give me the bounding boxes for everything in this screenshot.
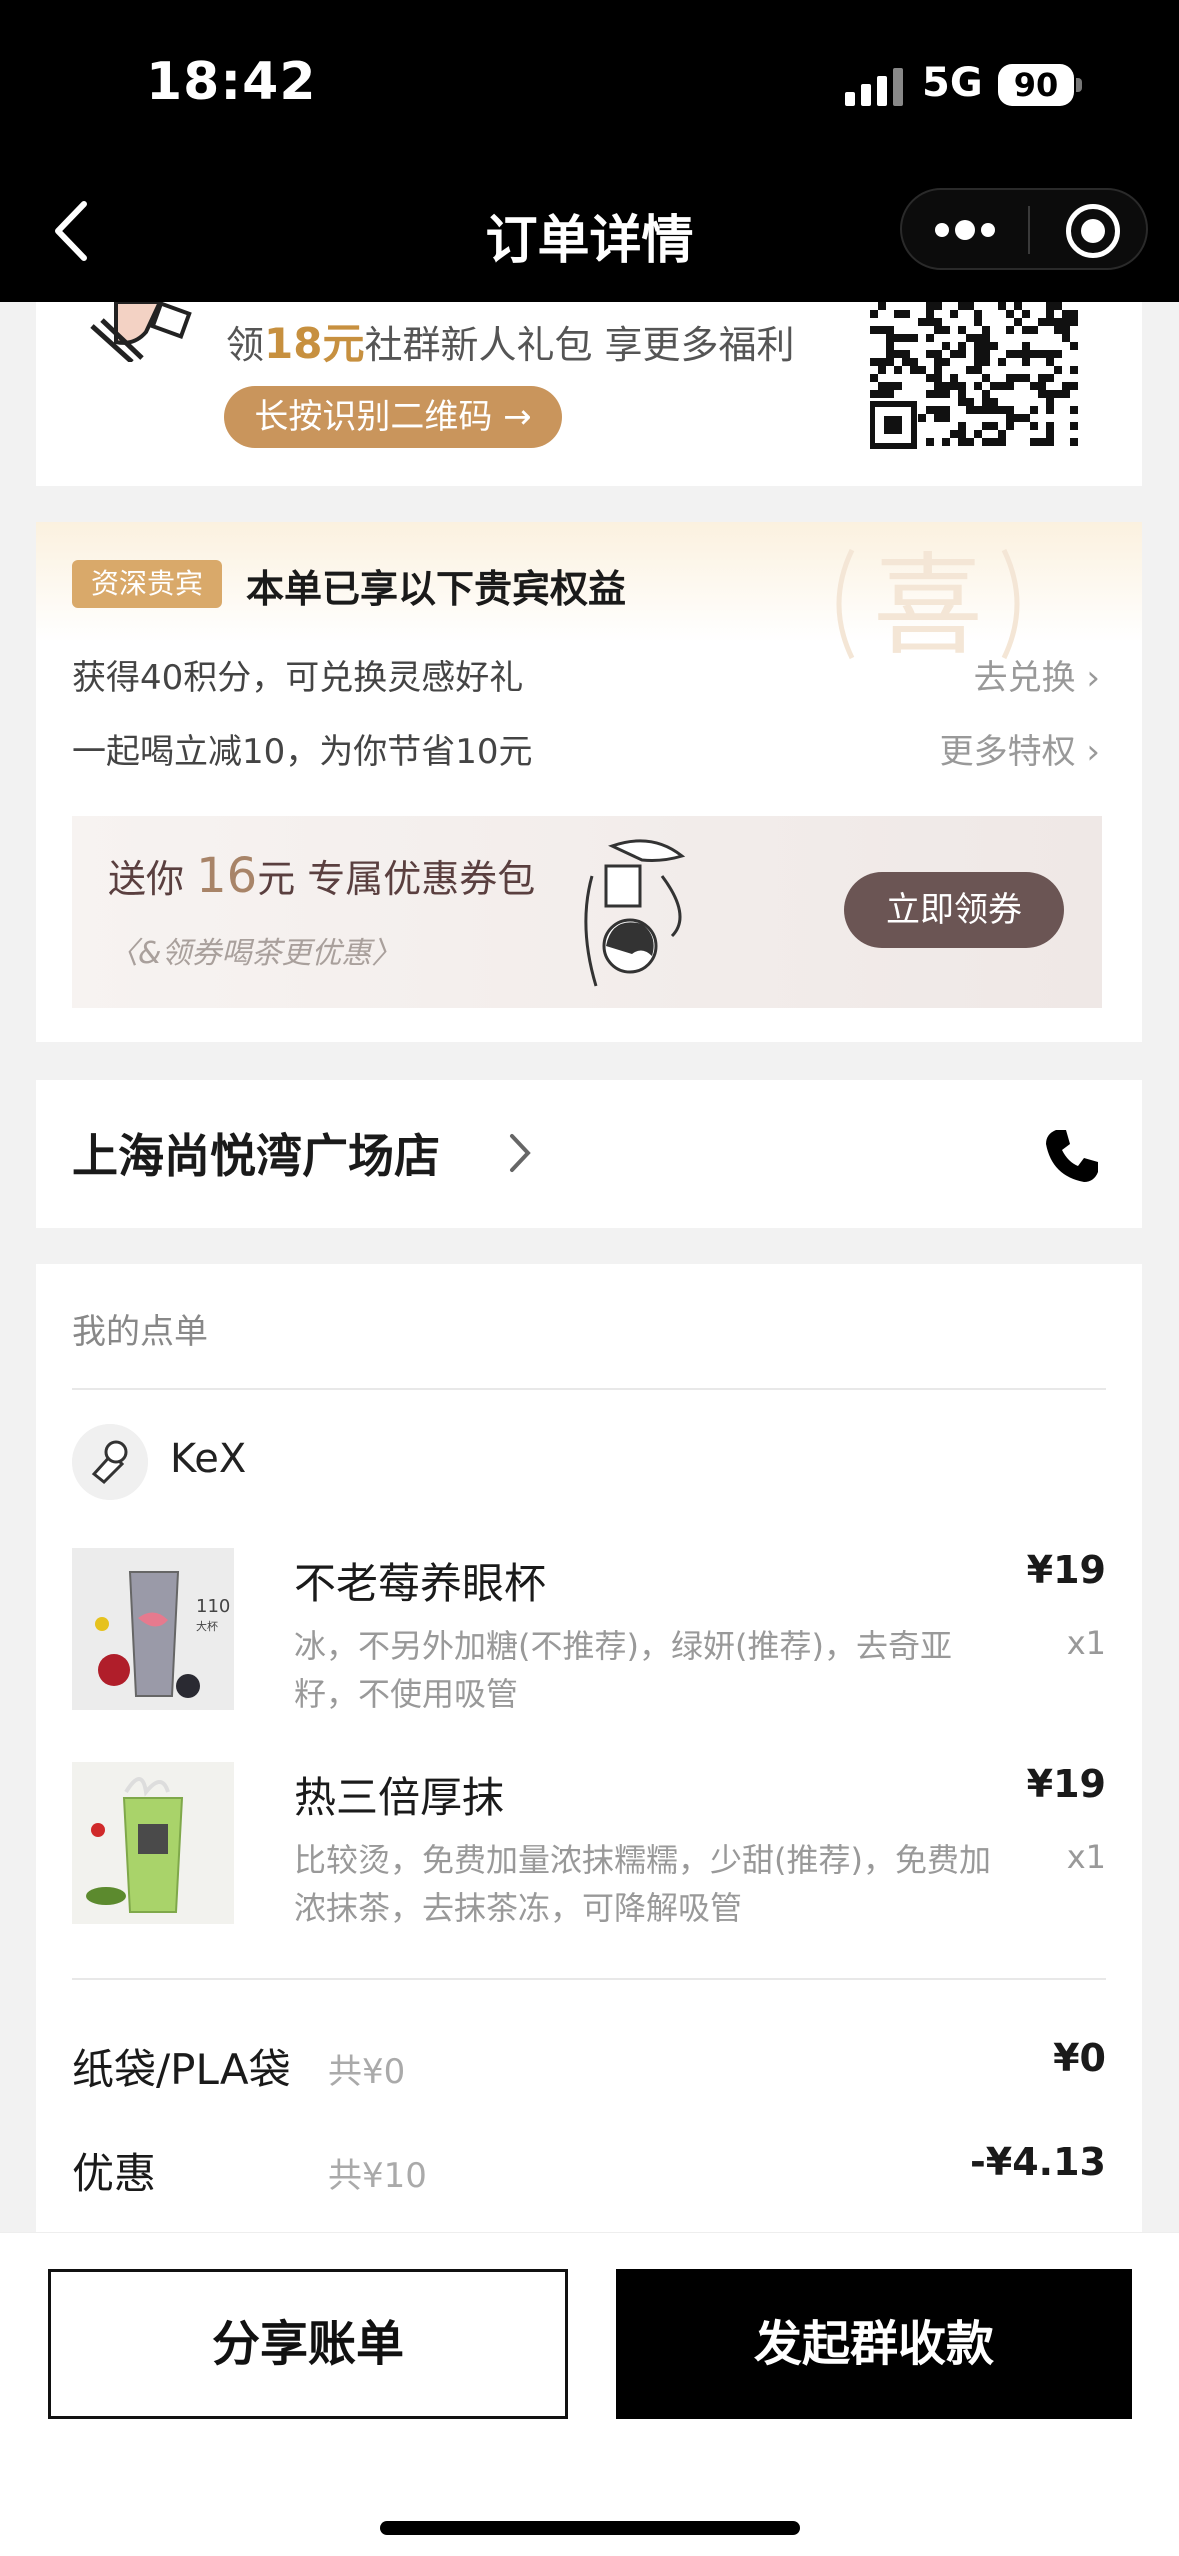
coupon-banner[interactable]: 送你 16元 专属优惠券包 〈&领券喝茶更优惠〉 立即领券 — [72, 816, 1102, 1008]
battery-nub — [1076, 78, 1082, 92]
fee-total: 共¥0 — [328, 2052, 406, 2092]
order-item[interactable]: 热三倍厚抹 比较烫，免费加量浓抹糯糯，少甜(推荐)，免费加浓抹茶，去抹茶冻，可降… — [72, 1762, 1106, 1932]
mascot-illustration-icon — [90, 302, 192, 362]
coupon-subtitle: 〈&领券喝茶更优惠〉 — [108, 936, 402, 971]
coupon-prefix: 送你 — [108, 857, 185, 901]
fee-row-bag: 纸袋/PLA袋 共¥0 ¥0 — [72, 2036, 1106, 2096]
user-name: KeX — [170, 1436, 247, 1482]
item-name: 热三倍厚抹 — [294, 1773, 505, 1822]
group-collect-button[interactable]: 发起群收款 — [616, 2269, 1132, 2419]
claim-coupon-button[interactable]: 立即领券 — [844, 872, 1064, 948]
product-image-label: 110 — [196, 1596, 230, 1617]
home-indicator[interactable] — [380, 2521, 800, 2535]
item-quantity: x1 — [1066, 1624, 1106, 1662]
phone-icon[interactable] — [1042, 1126, 1102, 1186]
divider — [72, 1978, 1106, 1980]
redeem-link[interactable]: 去兑换 › — [974, 650, 1100, 699]
capsule-divider — [1028, 206, 1030, 254]
item-price: ¥19 — [1026, 1548, 1106, 1592]
network-type: 5G — [922, 60, 983, 106]
fee-name: 纸袋/PLA袋 — [72, 2045, 291, 2094]
vip-title: 本单已享以下贵宾权益 — [246, 567, 627, 611]
fee-row-discount: 优惠 共¥10 -¥4.13 — [72, 2140, 1106, 2200]
vip-saving-text: 一起喝立减10，为你节省10元 — [72, 732, 533, 772]
tea-girl-illustration-icon — [584, 839, 686, 987]
vip-benefits-card: 资深贵宾 本单已享以下贵宾权益 喜 获得40积分，可兑换灵感好礼 去兑换 › 一… — [36, 522, 1142, 1042]
chevron-right-icon — [510, 1134, 531, 1172]
product-image-sublabel: 大杯 — [196, 1619, 218, 1633]
divider — [72, 1388, 1106, 1390]
signal-icon — [845, 68, 903, 106]
battery-level: 90 — [1013, 66, 1059, 104]
order-section-label: 我的点单 — [72, 1312, 208, 1352]
coupon-amount: 16 — [196, 848, 258, 904]
vip-badge: 资深贵宾 — [72, 560, 222, 608]
store-name[interactable]: 上海尚悦湾广场店 — [72, 1120, 440, 1186]
battery-icon: 90 — [998, 64, 1074, 106]
store-card[interactable]: 上海尚悦湾广场店 — [36, 1080, 1142, 1228]
share-bill-button[interactable]: 分享账单 — [48, 2269, 568, 2419]
bottom-action-bar: 分享账单 发起群收款 — [0, 2232, 1179, 2556]
user-avatar-icon — [72, 1424, 148, 1500]
offer-prefix: 领 — [226, 323, 265, 367]
community-offer-text: 领18元社群新人礼包 享更多福利 — [226, 310, 795, 371]
item-price: ¥19 — [1026, 1762, 1106, 1806]
vip-points-text: 获得40积分，可兑换灵感好礼 — [72, 658, 524, 698]
xi-seal-icon: 喜 — [836, 542, 1020, 668]
community-card: 领18元社群新人礼包 享更多福利 长按识别二维码 → — [36, 302, 1142, 486]
fee-value: ¥0 — [1053, 2036, 1106, 2080]
qr-code-image[interactable] — [870, 302, 1082, 450]
coupon-suffix: 元 专属优惠券包 — [257, 857, 536, 901]
item-options: 冰，不另外加糖(不推荐)，绿妍(推荐)，去奇亚籽，不使用吸管 — [294, 1627, 952, 1713]
more-privileges-link[interactable]: 更多特权 › — [940, 724, 1100, 773]
coupon-title: 送你 16元 专属优惠券包 — [108, 848, 535, 904]
fee-total: 共¥10 — [328, 2156, 427, 2196]
scan-qr-button[interactable]: 长按识别二维码 → — [224, 386, 562, 448]
product-image-matcha-cup — [72, 1762, 234, 1924]
fee-value: -¥4.13 — [970, 2140, 1106, 2184]
order-item[interactable]: 110 大杯 不老莓养眼杯 冰，不另外加糖(不推荐)，绿妍(推荐)，去奇亚籽，不… — [72, 1548, 1106, 1718]
product-image-berry-cup: 110 大杯 — [72, 1548, 234, 1710]
item-name: 不老莓养眼杯 — [294, 1559, 547, 1608]
offer-amount: 18元 — [264, 319, 365, 368]
miniprogram-capsule — [900, 188, 1148, 270]
offer-suffix: 社群新人礼包 享更多福利 — [364, 323, 795, 367]
more-icon[interactable] — [932, 210, 998, 250]
fee-name: 优惠 — [72, 2149, 157, 2198]
seal-char: 喜 — [873, 542, 983, 668]
status-time: 18:42 — [146, 52, 317, 112]
item-options: 比较烫，免费加量浓抹糯糯，少甜(推荐)，免费加浓抹茶，去抹茶冻，可降解吸管 — [294, 1841, 991, 1927]
top-bar: 18:42 5G 90 订单详情 — [0, 0, 1179, 302]
item-quantity: x1 — [1066, 1838, 1106, 1876]
close-miniprogram-icon[interactable] — [1066, 204, 1120, 258]
